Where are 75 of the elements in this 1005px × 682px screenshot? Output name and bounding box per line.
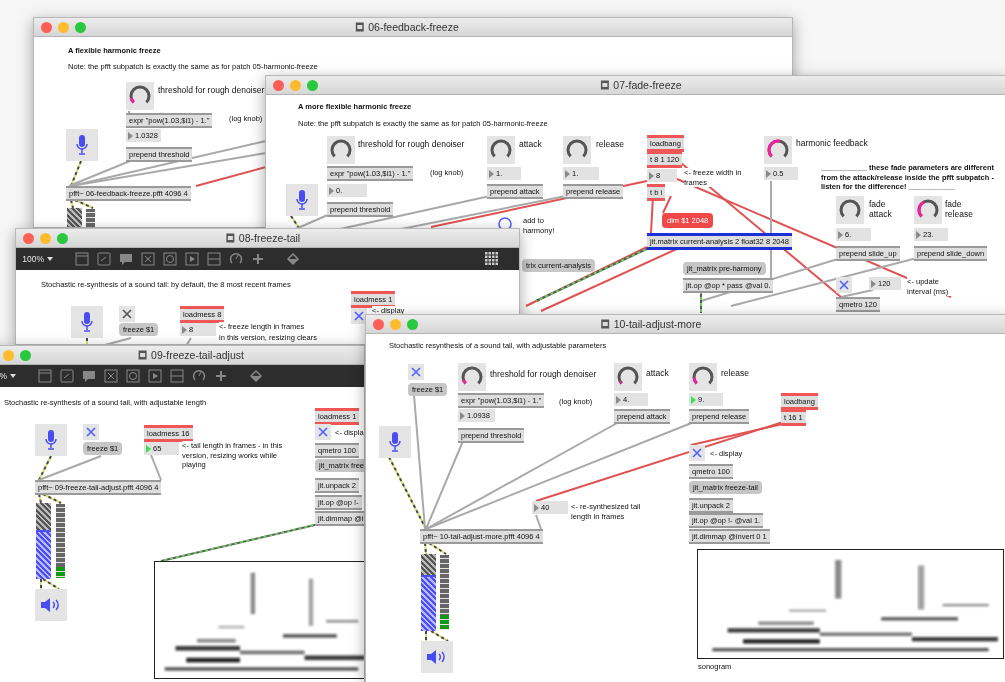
plus-icon[interactable] xyxy=(214,369,228,383)
dial-icon[interactable] xyxy=(192,369,206,383)
caret-icon[interactable] xyxy=(10,374,16,378)
speaker-button[interactable] xyxy=(35,589,67,621)
knob[interactable] xyxy=(764,136,792,164)
knob[interactable] xyxy=(126,82,154,110)
microphone-button[interactable] xyxy=(71,306,103,338)
caret-icon[interactable] xyxy=(47,257,53,261)
message-icon[interactable] xyxy=(60,369,74,383)
knob[interactable] xyxy=(487,136,515,164)
grid-icon[interactable] xyxy=(485,252,499,266)
speaker-button[interactable] xyxy=(421,641,453,673)
close-button[interactable] xyxy=(273,79,284,91)
document-icon xyxy=(600,80,610,90)
slider-icon[interactable] xyxy=(170,369,184,383)
knob[interactable] xyxy=(614,363,642,391)
patch-cord xyxy=(185,337,192,344)
label: threshold for rough denoiser xyxy=(490,369,597,379)
message-icon[interactable] xyxy=(97,252,111,266)
paint-bucket-icon[interactable] xyxy=(248,369,264,383)
knob[interactable] xyxy=(458,363,486,391)
close-button[interactable] xyxy=(373,318,384,330)
rectangle-icon[interactable] xyxy=(75,252,89,266)
document-icon xyxy=(138,350,148,360)
circle-icon[interactable] xyxy=(126,369,140,383)
circle-icon[interactable] xyxy=(163,252,177,266)
window-title: 08-freeze-tail xyxy=(238,232,301,244)
document-icon xyxy=(600,319,610,329)
label: attack xyxy=(646,368,669,378)
microphone-button[interactable] xyxy=(286,184,318,216)
label: release xyxy=(721,368,749,378)
microphone-button[interactable] xyxy=(35,424,67,456)
knob[interactable] xyxy=(327,136,355,164)
patch-cord xyxy=(662,195,672,214)
label: threshold for rough denoiser xyxy=(358,139,465,149)
paint-bucket-icon[interactable] xyxy=(285,252,301,266)
window-title: 06-feedback-freeze xyxy=(368,21,459,33)
close-button[interactable] xyxy=(41,21,52,33)
knob[interactable] xyxy=(563,136,591,164)
rectangle-icon[interactable] xyxy=(38,369,52,383)
label: attack xyxy=(519,139,542,149)
slider-icon[interactable] xyxy=(207,252,221,266)
window-title: 10-tail-adjust-more xyxy=(613,318,702,330)
gain-slider[interactable] xyxy=(421,554,436,631)
speaker-icon xyxy=(41,597,61,613)
microphone-icon xyxy=(81,312,93,332)
microphone-icon xyxy=(296,190,308,210)
gain-slider[interactable] xyxy=(36,503,51,579)
patch-cord xyxy=(150,454,162,481)
microphone-icon xyxy=(45,430,57,450)
document-icon xyxy=(355,22,365,32)
knob[interactable] xyxy=(689,363,717,391)
speaker-icon xyxy=(427,649,447,665)
dial-icon[interactable] xyxy=(229,252,243,266)
zoom-menu[interactable]: % xyxy=(0,371,7,381)
knob[interactable] xyxy=(914,196,942,224)
checkbox-icon[interactable] xyxy=(141,252,155,266)
label: threshold for rough denoiser xyxy=(158,85,265,95)
label: release xyxy=(596,139,624,149)
speech-bubble-icon[interactable] xyxy=(82,369,96,383)
checkbox-icon[interactable] xyxy=(104,369,118,383)
document-icon xyxy=(225,233,235,243)
knob[interactable] xyxy=(836,196,864,224)
microphone-icon xyxy=(389,432,401,452)
speech-bubble-icon[interactable] xyxy=(119,252,133,266)
play-icon[interactable] xyxy=(185,252,199,266)
window-title: 07-fade-freeze xyxy=(613,79,682,91)
plus-icon[interactable] xyxy=(251,252,265,266)
close-button[interactable] xyxy=(23,232,34,244)
patch-cord xyxy=(430,630,449,642)
zoom-menu[interactable]: 100% xyxy=(16,254,44,264)
window-title: 09-freeze-tail-adjust xyxy=(151,349,244,361)
play-icon[interactable] xyxy=(148,369,162,383)
label: harmonic feedback xyxy=(796,138,868,148)
microphone-button[interactable] xyxy=(379,426,411,458)
